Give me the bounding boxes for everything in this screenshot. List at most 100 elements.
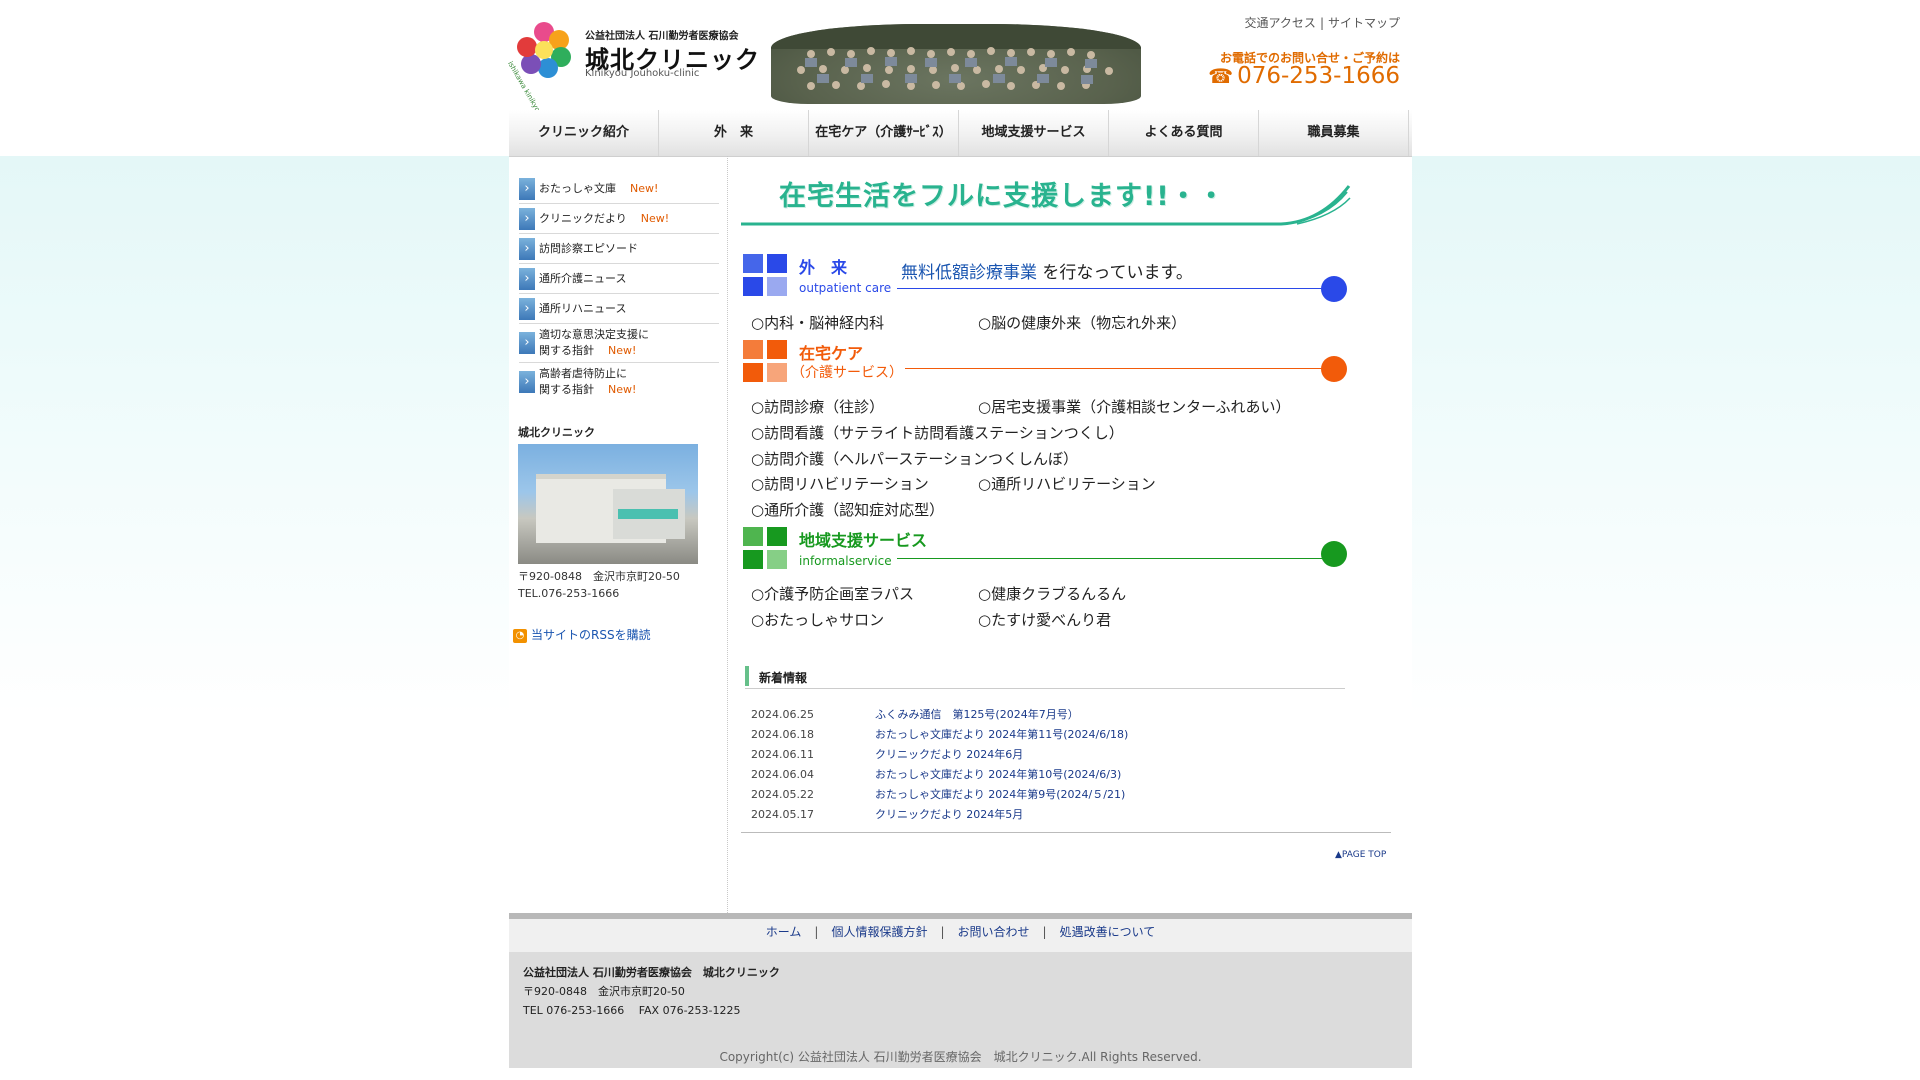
section-homecare-header[interactable]: 在宅ケア （介護サービス） — [741, 340, 1351, 390]
nav-community-support[interactable]: 地域支援サービス — [959, 110, 1109, 156]
arrow-right-icon: › — [519, 332, 535, 354]
service-otassha-salon[interactable]: ○おたっしゃサロン — [751, 609, 884, 630]
footer-org: 公益社団法人 石川勤労者医療協会 城北クリニック — [523, 966, 780, 979]
footer-address-block: 〒920-0848 金沢市京町20-50 TEL 076-253-1666 FA… — [523, 982, 741, 1020]
label-line2: 関する指針 — [539, 344, 594, 357]
news-bottom-rule — [741, 832, 1391, 833]
rss-label: 当サイトのRSSを購読 — [531, 628, 651, 642]
arrow-right-icon: › — [519, 177, 535, 200]
service-day-care-dementia[interactable]: ○通所介護（認知症対応型） — [751, 499, 944, 520]
divider: | — [940, 925, 945, 939]
service-day-rehab[interactable]: ○通所リハビリテーション — [978, 473, 1156, 494]
nav-outpatient[interactable]: 外 来 — [659, 110, 809, 156]
square-icon — [767, 550, 787, 569]
sidebar-item-daycare-news[interactable]: › 通所介護ニュース — [519, 264, 719, 294]
service-internal-neuro[interactable]: ○内科・脳神経内科 — [751, 312, 884, 333]
news-link[interactable]: おたっしゃ文庫だより 2024年第9号(2024/５/21) — [875, 788, 1125, 801]
news-date: 2024.06.25 — [751, 708, 814, 721]
service-health-club[interactable]: ○健康クラブるんるん — [978, 583, 1126, 604]
hero-banner-text: 在宅生活をフルに支援します!!・・ — [779, 181, 1226, 212]
free-care-text: を行なっています。 — [1037, 263, 1193, 283]
divider: | — [1042, 925, 1047, 939]
footer-link-treatment[interactable]: 処遇改善について — [1060, 925, 1156, 939]
section-community-rule — [897, 558, 1329, 559]
sidebar-menu: › おたっしゃ文庫 New! › クリニックだより New! › 訪問診察エピソード… — [519, 174, 719, 401]
service-care-support[interactable]: ○居宅支援事業（介護相談センターふれあい） — [978, 396, 1291, 417]
building-sign — [618, 509, 678, 519]
nav-recruit[interactable]: 職員募集 — [1259, 110, 1409, 156]
arrow-right-icon: › — [519, 207, 535, 230]
clinic-tel: TEL.076-253-1666 — [518, 587, 620, 600]
sidebar-item-decision-guideline[interactable]: › 適切な意思決定支援に 関する指針 New! — [519, 324, 719, 363]
service-tasukeai[interactable]: ○たすけ愛べんり君 — [978, 609, 1111, 630]
sidebar-item-label: 適切な意思決定支援に 関する指針 New! — [539, 327, 649, 359]
footer-link-privacy[interactable]: 個人情報保護方針 — [831, 925, 927, 939]
news-link[interactable]: クリニックだより 2024年5月 — [875, 808, 1023, 821]
section-community-subtitle: informalservice — [799, 554, 892, 568]
sidebar-item-clinic-dayori[interactable]: › クリニックだより New! — [519, 204, 719, 234]
news-date: 2024.05.17 — [751, 808, 814, 821]
free-care-link[interactable]: 無料低額診療事業 — [901, 263, 1037, 283]
news-row: 2024.05.22 おたっしゃ文庫だより 2024年第9号(2024/５/21) — [751, 786, 1391, 806]
footer-nav: ホーム | 個人情報保護方針 | お問い合わせ | 処遇改善について — [509, 919, 1412, 952]
rss-subscribe-link[interactable]: ◔ 当サイトのRSSを購読 — [513, 626, 651, 643]
sidebar-item-otassha-bunko[interactable]: › おたっしゃ文庫 New! — [519, 174, 719, 204]
square-icon — [743, 340, 763, 359]
sidebar-item-label: おたっしゃ文庫 — [539, 181, 616, 195]
global-nav: クリニック紹介 外 来 在宅ケア（介護ｻｰﾋﾞｽ） 地域支援サービス よくある質… — [509, 110, 1412, 157]
news-row: 2024.06.25 ふくみみ通信 第125号(2024年7月号） — [751, 706, 1391, 726]
service-home-nursing[interactable]: ○訪問看護（サテライト訪問看護ステーションつくし） — [751, 422, 1124, 443]
hero-banner: 在宅生活をフルに支援します!!・・ — [741, 168, 1351, 228]
page-top-link[interactable]: ▲PAGE TOP — [1335, 850, 1386, 860]
sidebar-item-label: 通所リハニュース — [539, 301, 627, 315]
green-dot-icon — [1321, 541, 1347, 567]
arrow-right-icon: › — [519, 237, 535, 260]
label-line1: 高齢者虐待防止に — [539, 367, 627, 380]
service-memory-clinic[interactable]: ○脳の健康外来（物忘れ外来） — [978, 312, 1186, 333]
footer-link-contact[interactable]: お問い合わせ — [958, 925, 1030, 939]
new-badge: New! — [608, 383, 637, 396]
news-date: 2024.06.04 — [751, 768, 814, 781]
section-outpatient-title: 外 来 — [799, 258, 848, 277]
site-logo[interactable]: ishikawa kinikyo 公益社団法人 石川勤労者医療協会 城北クリニッ… — [506, 20, 759, 113]
service-home-rehab[interactable]: ○訪問リハビリテーション — [751, 473, 929, 494]
news-link[interactable]: おたっしゃ文庫だより 2024年第11号(2024/6/18) — [875, 728, 1128, 741]
main-content: 在宅生活をフルに支援します!!・・ 外 来 outpatient care 無料… — [741, 156, 1401, 833]
footer-info: 公益社団法人 石川勤労者医療協会 城北クリニック 〒920-0848 金沢市京町… — [509, 952, 1412, 1068]
footer-address: 〒920-0848 金沢市京町20-50 — [523, 985, 685, 998]
service-home-visit[interactable]: ○訪問診療（往診） — [751, 396, 884, 417]
orange-dot-icon — [1321, 356, 1347, 382]
service-home-helper[interactable]: ○訪問介護（ヘルパーステーションつくしんぼ） — [751, 448, 1078, 469]
blue-dot-icon — [1321, 276, 1347, 302]
footer-link-home[interactable]: ホーム — [766, 925, 802, 939]
sidebar-item-abuse-prevention-guideline[interactable]: › 高齢者虐待防止に 関する指針 New! — [519, 363, 719, 401]
sidebar-item-dayrehab-news[interactable]: › 通所リハニュース — [519, 294, 719, 324]
access-link[interactable]: 交通アクセス — [1245, 16, 1316, 30]
free-care-notice: 無料低額診療事業 を行なっています。 — [901, 258, 1193, 283]
sitemap-link[interactable]: サイトマップ — [1328, 16, 1400, 30]
news-date: 2024.06.11 — [751, 748, 814, 761]
arrow-right-icon: › — [519, 297, 535, 320]
sidebar-item-visit-episode[interactable]: › 訪問診察エピソード — [519, 234, 719, 264]
news-link[interactable]: クリニックだより 2024年6月 — [875, 748, 1023, 761]
square-icon — [767, 527, 787, 546]
nav-clinic-intro[interactable]: クリニック紹介 — [509, 110, 659, 156]
news-link[interactable]: おたっしゃ文庫だより 2024年第10号(2024/6/3) — [875, 768, 1121, 781]
service-prevention-lapas[interactable]: ○介護予防企画室ラパス — [751, 583, 914, 604]
square-icon — [767, 277, 787, 296]
new-badge: New! — [608, 344, 637, 357]
news-link[interactable]: ふくみみ通信 第125号(2024年7月号） — [875, 708, 1079, 721]
square-icon — [767, 340, 787, 359]
section-community-header[interactable]: 地域支援サービス informalservice — [741, 527, 1351, 577]
new-badge: New! — [630, 182, 659, 195]
section-outpatient-subtitle: outpatient care — [799, 281, 892, 295]
telephone-icon: ☎ — [1208, 64, 1234, 88]
nav-faq[interactable]: よくある質問 — [1109, 110, 1259, 156]
news-row: 2024.06.18 おたっしゃ文庫だより 2024年第11号(2024/6/18… — [751, 726, 1391, 746]
square-icon — [767, 363, 787, 382]
square-icon — [743, 254, 763, 273]
nav-homecare[interactable]: 在宅ケア（介護ｻｰﾋﾞｽ） — [809, 110, 959, 156]
logo-roman-name: Kinikyou Jouhoku-clinic — [585, 68, 700, 79]
news-row: 2024.06.04 おたっしゃ文庫だより 2024年第10号(2024/6/3) — [751, 766, 1391, 786]
clinic-building-photo — [518, 444, 698, 564]
